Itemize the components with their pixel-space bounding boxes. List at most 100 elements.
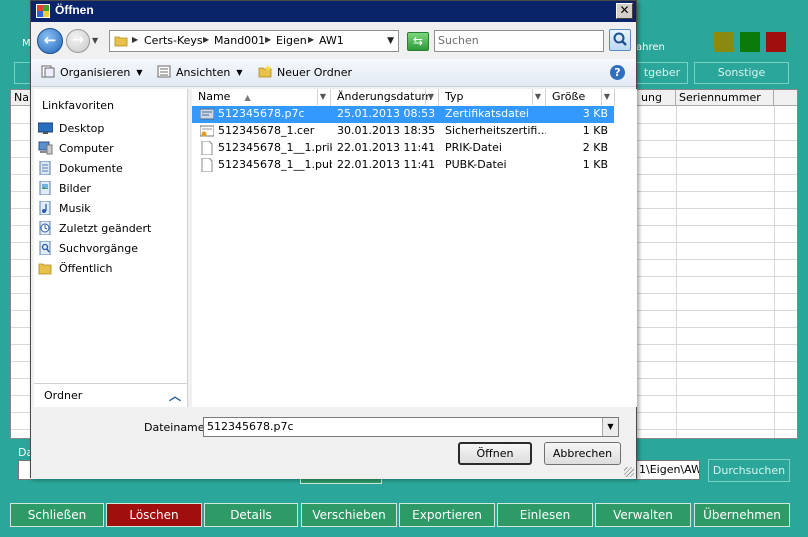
forward-arrow-icon[interactable]: → [66, 29, 90, 53]
folders-label: Ordner [44, 389, 83, 402]
column-header-label: Größe [552, 90, 586, 103]
nav-item-label: Computer [59, 142, 114, 155]
nav-item-pictures[interactable]: Bilder [38, 181, 91, 199]
chevron-down-icon: ▼ [136, 68, 143, 77]
command-toolbar: Organisieren ▼ Ansichten ▼ Neuer Ordner ? [31, 59, 636, 87]
file-type: PRIK-Datei [445, 141, 502, 154]
close-icon[interactable]: ✕ [616, 3, 633, 19]
verwalten-button[interactable]: Verwalten [595, 503, 691, 527]
breadcrumb-certs-keys[interactable]: Certs-Keys [144, 34, 203, 47]
computer-icon [38, 141, 53, 155]
views-icon [157, 65, 171, 78]
file-row[interactable]: 512345678_1.cer 30.01.2013 18:35 Sicherh… [192, 123, 614, 140]
breadcrumb-eigen[interactable]: Eigen [276, 34, 307, 47]
nav-item-music[interactable]: Musik [38, 201, 91, 219]
chevron-down-icon[interactable]: ▼ [602, 418, 618, 436]
help-icon[interactable]: ? [610, 65, 625, 80]
column-filter-dropdown-icon[interactable]: ▼ [317, 89, 328, 105]
loeschen-button[interactable]: Löschen [106, 503, 202, 527]
column-filter-dropdown-icon[interactable]: ▼ [532, 89, 543, 105]
status-square-red[interactable] [766, 32, 786, 52]
file-name: 512345678_1__1.prik [218, 141, 332, 154]
music-icon [39, 201, 51, 215]
verschieben-button[interactable]: Verschieben [301, 503, 397, 527]
search-icon[interactable] [609, 29, 631, 51]
resize-grip[interactable] [624, 467, 634, 477]
refresh-icon[interactable]: ⇆ [407, 32, 429, 51]
app-durchsuchen-button[interactable]: Durchsuchen [708, 459, 790, 482]
uebernehmen-button[interactable]: Übernehmen [694, 503, 790, 527]
recent-icon [39, 221, 51, 235]
breadcrumb-mand001[interactable]: Mand001 [214, 34, 265, 47]
einlesen-button[interactable]: Einlesen [497, 503, 593, 527]
nav-item-public[interactable]: Öffentlich [38, 261, 112, 279]
app-row1-button-auftraggeber[interactable]: tgeber [636, 62, 688, 84]
column-header-date[interactable]: Änderungsdatum ▼ [332, 89, 439, 106]
app-path-input[interactable]: 1\Eigen\AW [636, 460, 700, 480]
breadcrumb-aw1[interactable]: AW1 [319, 34, 344, 47]
schliessen-button[interactable]: Schließen [10, 503, 104, 527]
status-square-olive[interactable] [714, 32, 734, 52]
chevron-up-icon[interactable]: ︿ [169, 387, 181, 404]
breadcrumb-arrow-icon[interactable]: ▶ [265, 35, 271, 44]
desktop-icon [38, 122, 53, 134]
column-filter-dropdown-icon[interactable]: ▼ [425, 89, 436, 105]
details-button[interactable]: Details [204, 503, 298, 527]
app-grid-col-name[interactable]: Na [11, 90, 31, 106]
file-name: 512345678.p7c [218, 107, 305, 120]
nav-item-computer[interactable]: Computer [38, 141, 114, 159]
nav-item-label: Desktop [59, 122, 105, 135]
file-size: 3 KB [582, 107, 608, 120]
chevron-down-icon[interactable]: ▼ [387, 36, 394, 46]
open-button[interactable]: Öffnen [458, 442, 532, 465]
app-row1-button-sonstige[interactable]: Sonstige [694, 62, 789, 84]
back-arrow-icon[interactable]: ← [37, 28, 63, 54]
file-row[interactable]: 512345678_1__1.prik 22.01.2013 11:41 PRI… [192, 140, 614, 157]
chevron-down-icon: ▼ [236, 68, 243, 77]
file-date: 22.01.2013 11:41 [337, 141, 436, 154]
pictures-icon [39, 181, 51, 195]
cancel-button[interactable]: Abbrechen [544, 442, 621, 465]
organize-icon [41, 65, 55, 78]
file-size: 2 KB [582, 141, 608, 154]
nav-item-searches[interactable]: Suchvorgänge [38, 241, 138, 259]
views-menu[interactable]: Ansichten ▼ [157, 65, 243, 79]
file-name: 512345678_1__1.pubk [218, 158, 332, 171]
file-name: 512345678_1.cer [218, 124, 315, 137]
breadcrumb-arrow-icon[interactable]: ▶ [203, 35, 209, 44]
nav-item-desktop[interactable]: Desktop [38, 121, 104, 139]
file-row[interactable]: 512345678_1__1.pubk 22.01.2013 11:41 PUB… [192, 157, 614, 174]
file-date: 30.01.2013 18:35 [337, 124, 436, 137]
documents-icon [39, 161, 51, 175]
nav-item-recent[interactable]: Zuletzt geändert [38, 221, 151, 239]
nav-item-label: Bilder [59, 182, 91, 195]
organize-menu[interactable]: Organisieren ▼ [41, 65, 142, 79]
nav-item-documents[interactable]: Dokumente [38, 161, 123, 179]
navigation-bar: ← → ▼ ▶ Certs-Keys ▶ Mand001 ▶ Eigen ▶ A… [31, 23, 636, 59]
new-folder-button[interactable]: Neuer Ordner [258, 65, 352, 79]
app-grid-col-ung[interactable]: ung [638, 90, 676, 106]
exportieren-button[interactable]: Exportieren [399, 503, 495, 527]
status-square-green[interactable] [740, 32, 760, 52]
history-dropdown-icon[interactable]: ▼ [92, 36, 98, 45]
file-row[interactable]: 512345678.p7c 25.01.2013 08:53 Zertifika… [192, 106, 614, 123]
nav-item-label: Öffentlich [59, 262, 113, 275]
security-certificate-icon [200, 125, 214, 137]
column-header-size[interactable]: Größe ▼ [547, 89, 615, 106]
filename-input[interactable]: 512345678.p7c ▼ [203, 417, 619, 437]
file-list[interactable]: Name ▲ ▼ Änderungsdatum ▼ Typ ▼ Größe ▼ 5… [192, 89, 637, 407]
column-header-type[interactable]: Typ ▼ [440, 89, 546, 106]
search-input[interactable]: Suchen [434, 30, 604, 52]
column-filter-dropdown-icon[interactable]: ▼ [601, 89, 612, 105]
folders-toggle[interactable]: Ordner ︿ [34, 383, 187, 407]
app-grid-col-seriennummer[interactable]: Seriennummer [676, 90, 774, 106]
column-header-name[interactable]: Name ▲ ▼ [193, 89, 331, 106]
breadcrumb-arrow-icon[interactable]: ▶ [132, 35, 138, 44]
dialog-titlebar[interactable]: Öffnen ✕ [31, 1, 636, 22]
address-bar[interactable]: ▶ Certs-Keys ▶ Mand001 ▶ Eigen ▶ AW1 ▼ [109, 30, 399, 52]
breadcrumb-arrow-icon[interactable]: ▶ [308, 35, 314, 44]
open-file-dialog: Öffnen ✕ ← → ▼ ▶ Certs-Keys ▶ Mand001 ▶ … [30, 0, 637, 479]
column-header-label: Name [198, 90, 231, 103]
nav-item-label: Suchvorgänge [59, 242, 138, 255]
public-folder-icon [38, 263, 52, 275]
